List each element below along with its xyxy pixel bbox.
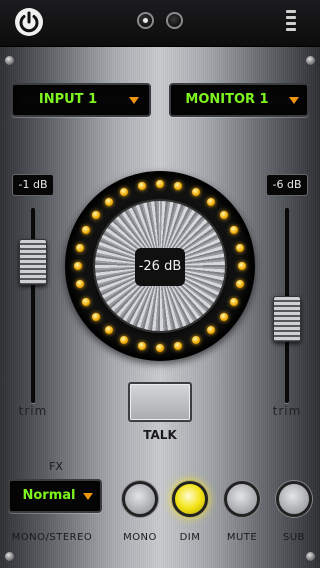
menu-icon[interactable] — [286, 8, 300, 36]
fx-select[interactable]: Normal — [8, 479, 102, 513]
led-indicator — [104, 326, 113, 335]
led-indicator — [156, 344, 164, 352]
led-indicator — [120, 188, 129, 197]
right-trim-label: trim — [272, 404, 302, 418]
mono-stereo-label: MONO/STEREO — [11, 532, 93, 543]
page-dot-2[interactable] — [166, 12, 183, 29]
mute-button[interactable] — [224, 481, 260, 517]
led-indicator — [238, 262, 246, 270]
screw-icon — [306, 56, 315, 65]
led-indicator — [74, 262, 82, 270]
page-dot-1[interactable] — [137, 12, 154, 29]
dropdown-arrow-icon — [129, 97, 139, 104]
input-select[interactable]: INPUT 1 — [11, 83, 151, 117]
led-indicator — [76, 243, 85, 252]
mono-button[interactable] — [122, 481, 158, 517]
led-indicator — [82, 226, 91, 235]
right-trim-slider-thumb[interactable] — [273, 296, 301, 342]
led-indicator — [76, 280, 85, 289]
led-indicator — [120, 335, 129, 344]
screw-icon — [5, 552, 14, 561]
led-indicator — [91, 210, 100, 219]
led-indicator — [137, 341, 146, 350]
dropdown-arrow-icon — [289, 97, 299, 104]
led-indicator — [174, 341, 183, 350]
led-indicator — [91, 313, 100, 322]
mute-label: MUTE — [226, 532, 258, 543]
led-indicator — [104, 197, 113, 206]
led-indicator — [82, 297, 91, 306]
led-indicator — [156, 180, 164, 188]
led-indicator — [191, 188, 200, 197]
left-trim-label: trim — [18, 404, 48, 418]
dropdown-arrow-icon — [83, 493, 93, 500]
talk-label: TALK — [143, 428, 177, 442]
monitor-select-label: MONITOR 1 — [185, 92, 269, 107]
led-indicator — [207, 326, 216, 335]
led-indicator — [191, 335, 200, 344]
led-indicator — [229, 297, 238, 306]
left-trim-readout: -1 dB — [12, 174, 54, 196]
sub-button[interactable] — [276, 481, 312, 517]
led-indicator — [235, 280, 244, 289]
talk-button[interactable] — [128, 382, 192, 422]
monitor-select[interactable]: MONITOR 1 — [169, 83, 309, 117]
dim-label: DIM — [179, 532, 201, 543]
top-bar — [0, 0, 320, 47]
left-trim-track[interactable] — [31, 208, 35, 403]
led-indicator — [235, 243, 244, 252]
input-select-label: INPUT 1 — [38, 92, 98, 107]
led-indicator — [229, 226, 238, 235]
led-indicator — [220, 210, 229, 219]
led-indicator — [220, 313, 229, 322]
left-trim-slider-thumb[interactable] — [19, 239, 47, 285]
dim-button[interactable] — [172, 481, 208, 517]
screw-icon — [306, 552, 315, 561]
fx-select-label: Normal — [22, 488, 76, 503]
volume-readout: -26 dB — [135, 248, 185, 286]
right-trim-readout: -6 dB — [266, 174, 308, 196]
power-icon[interactable] — [13, 6, 45, 38]
led-indicator — [207, 197, 216, 206]
led-indicator — [137, 182, 146, 191]
screw-icon — [5, 56, 14, 65]
fx-label: FX — [49, 460, 63, 473]
sub-label: SUB — [282, 532, 306, 543]
led-indicator — [174, 182, 183, 191]
